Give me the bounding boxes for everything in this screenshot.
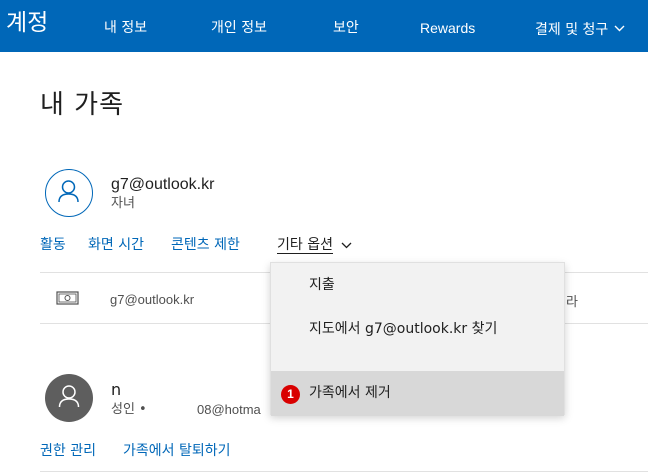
nav-personal-info[interactable]: 개인 정보 (211, 18, 267, 38)
nav-payment-billing-label: 결제 및 청구 (535, 22, 609, 38)
leave-family-link[interactable]: 가족에서 탈퇴하기 (123, 441, 231, 461)
divider (40, 471, 648, 472)
menu-item-remove-label: 가족에서 제거 (309, 385, 391, 401)
screen-time-link[interactable]: 화면 시간 (88, 235, 144, 255)
menu-item-spending[interactable]: 지출 (271, 275, 564, 295)
money-icon (56, 290, 80, 310)
menu-item-remove-from-family[interactable]: 1 가족에서 제거 (271, 371, 564, 416)
step-badge: 1 (281, 385, 300, 404)
person-icon (58, 385, 80, 408)
more-options-button[interactable]: 기타 옵션 (277, 235, 352, 255)
activity-link[interactable]: 활동 (40, 235, 66, 255)
more-options-label: 기타 옵션 (277, 237, 333, 254)
content-limits-link[interactable]: 콘텐츠 제한 (171, 235, 240, 255)
spending-email: g7@outlook.kr (110, 292, 195, 307)
page-title: 내 가족 (40, 90, 125, 120)
manage-permissions-link[interactable]: 권한 관리 (40, 441, 96, 461)
adult-role: 성인 • (111, 402, 147, 417)
child-role: 자녀 (111, 196, 135, 211)
person-icon (58, 180, 79, 203)
nav-rewards[interactable]: Rewards (420, 18, 475, 38)
menu-item-find-on-map[interactable]: 지도에서 g7@outlook.kr 찾기 (271, 319, 564, 339)
adult-name: n (111, 380, 122, 399)
child-name: g7@outlook.kr (111, 176, 215, 193)
more-options-menu: 지출 지도에서 g7@outlook.kr 찾기 1 가족에서 제거 (270, 262, 565, 416)
nav-security[interactable]: 보안 (333, 18, 359, 38)
adult-avatar (45, 374, 93, 422)
partially-hidden-text: 라 (566, 295, 578, 310)
account-brand[interactable]: 계정 (6, 8, 48, 38)
nav-payment-billing[interactable]: 결제 및 청구 (535, 18, 625, 40)
nav-my-info[interactable]: 내 정보 (104, 18, 147, 38)
top-navigation-bar: 계정 내 정보 개인 정보 보안 Rewards 결제 및 청구 (0, 0, 648, 52)
chevron-down-icon (337, 237, 352, 253)
chevron-down-icon (614, 18, 625, 38)
adult-email: 08@hotma (197, 402, 261, 417)
child-avatar (45, 169, 93, 217)
